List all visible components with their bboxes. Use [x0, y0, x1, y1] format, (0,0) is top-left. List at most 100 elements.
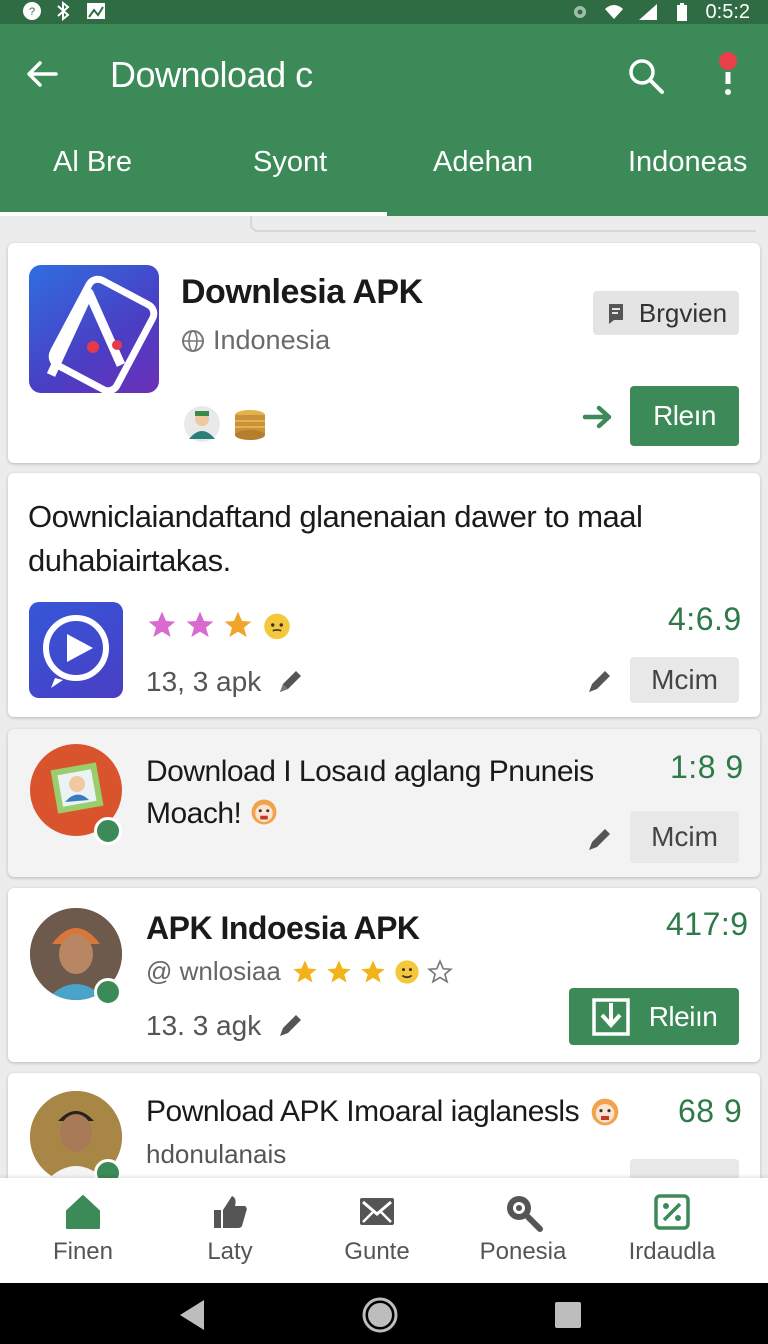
settings-icon [573, 6, 586, 18]
star-icon [148, 611, 176, 637]
back-button[interactable] [20, 52, 64, 96]
pencil-icon[interactable] [584, 667, 614, 697]
search-icon [507, 1196, 543, 1232]
app-meta: 13. 3 agk [146, 1010, 305, 1042]
globe-icon [182, 329, 204, 352]
star-icon [186, 611, 214, 637]
rating-value: 4:6.9 [668, 601, 742, 637]
nav-label: Irdaudla [628, 1238, 716, 1265]
tab-adehan[interactable]: Adehan [433, 146, 533, 179]
system-home-button[interactable] [360, 1295, 400, 1335]
verified-badge-icon [94, 817, 122, 845]
more-options-button[interactable] [708, 48, 748, 102]
app-icon [29, 602, 123, 698]
emoji-icon [591, 1098, 619, 1126]
system-navigation-bar [0, 1283, 768, 1344]
app-card[interactable]: Pownload APK Imoaral iaglanesls hdonulan… [8, 1073, 760, 1199]
app-size: 13, 3 apk [146, 666, 262, 697]
app-title: Download I Losaıd aglang Pnuneis Moach! [146, 751, 616, 835]
nav-label: Finen [52, 1238, 114, 1265]
action-button[interactable]: Mcim [630, 657, 739, 703]
tab-al-bre[interactable]: Al Bre [53, 146, 132, 179]
app-description: Oowniclaiandaftand glanenaian dawer to m… [28, 499, 643, 578]
download-icon [591, 997, 630, 1036]
download-button[interactable]: Rleiın [569, 988, 739, 1045]
app-region: Indonesia [181, 325, 330, 356]
nav-item-ponesia[interactable]: Ponesia [453, 1192, 593, 1266]
arrow-left-icon [27, 61, 58, 87]
nav-label: Laty [207, 1238, 253, 1265]
thumbs-up-icon [214, 1196, 247, 1228]
nav-item-laty[interactable]: Laty [160, 1192, 300, 1266]
rating-stars [146, 608, 294, 642]
wifi-icon [604, 5, 623, 19]
rating-stars [291, 958, 453, 986]
star-icon [224, 611, 252, 637]
tab-bar: Al Bre Syont Adehan Indoneas [0, 124, 768, 216]
download-button-label: Rleiın [648, 1000, 718, 1032]
tab-indoneas[interactable]: Indoneas [628, 146, 747, 179]
verified-badge-icon [94, 978, 122, 1006]
star-icon [293, 959, 317, 982]
app-title: APK Indoesia APK [146, 910, 420, 946]
app-card[interactable]: Oowniclaiandaftand glanenaian dawer to m… [8, 473, 760, 717]
search-icon [629, 59, 664, 94]
star-icon [361, 959, 385, 982]
nav-label: Gunte [344, 1238, 410, 1265]
system-recents-button[interactable] [548, 1295, 588, 1335]
mail-icon [360, 1198, 394, 1225]
action-button[interactable]: Mcim [630, 811, 739, 863]
user-avatar-icon [184, 406, 220, 442]
browse-chip[interactable]: Brgvien [593, 291, 739, 335]
app-card[interactable]: APK Indoesia APK @ wnlosiaa 13. 3 agk 41… [8, 888, 760, 1062]
rating-value: 417:9 [666, 906, 749, 942]
square-recents-icon [555, 1302, 581, 1328]
status-time: 0:5:2 [705, 1, 750, 23]
pencil-icon [280, 1015, 302, 1036]
status-bar: ? 0:5:2 [0, 0, 768, 24]
app-logo-icon [46, 275, 158, 393]
app-card[interactable]: Downlesia APK Indonesia Brgvien Rleın [8, 243, 760, 463]
circle-home-icon [362, 1297, 398, 1333]
status-icons-right: 0:5:2 [570, 1, 750, 23]
pencil-icon[interactable] [584, 825, 614, 855]
notification-icon: ? [23, 2, 41, 20]
star-icon [327, 959, 351, 982]
svg-text:?: ? [29, 6, 35, 18]
rating-value: 68 9 [678, 1093, 743, 1129]
app-title: Pownload APK Imoaral iaglanesls [146, 1095, 621, 1129]
install-button[interactable]: Rleın [630, 386, 739, 446]
star-outline-icon [426, 958, 453, 984]
bottom-navigation: Finen Laty Gunte Ponesia Irdaudla [0, 1178, 768, 1283]
search-button[interactable] [622, 52, 670, 100]
app-meta: 13, 3 apk [146, 666, 305, 698]
nav-item-finen[interactable]: Finen [13, 1192, 153, 1266]
page-title: Downoload c [110, 54, 313, 95]
battery-icon [676, 3, 687, 21]
home-icon [66, 1195, 100, 1229]
more-vert-icon [719, 52, 737, 95]
nav-item-gunte[interactable]: Gunte [307, 1192, 447, 1266]
nav-item-irdaudla[interactable]: Irdaudla [602, 1192, 742, 1266]
bookmark-icon [608, 304, 623, 324]
app-title-text: Download I Losaıd aglang Pnuneis Moach! [146, 755, 594, 830]
emoji-icon [395, 959, 419, 984]
image-icon [87, 3, 105, 19]
emoji-icon [251, 799, 277, 825]
signal-icon [638, 4, 657, 20]
nav-label: Ponesia [479, 1238, 567, 1265]
tab-syont[interactable]: Syont [253, 146, 327, 179]
app-author: @ wnlosiaa [146, 956, 453, 987]
app-author-label: @ wnlosiaa [146, 956, 281, 986]
pencil-icon [280, 671, 302, 692]
system-back-button[interactable] [172, 1295, 212, 1335]
app-card[interactable]: Download I Losaıd aglang Pnuneis Moach! … [8, 729, 760, 877]
bluetooth-icon [57, 1, 70, 21]
app-author: hdonulanais [146, 1139, 287, 1169]
rating-value: 1:8 9 [670, 749, 744, 785]
status-icons-left: ? [22, 1, 106, 21]
app-icon [29, 265, 159, 393]
app-title: Downlesia APK [181, 273, 423, 311]
app-title-text: Pownload APK Imoaral iaglanesls [146, 1095, 580, 1128]
app-size: 13. 3 agk [146, 1010, 262, 1041]
